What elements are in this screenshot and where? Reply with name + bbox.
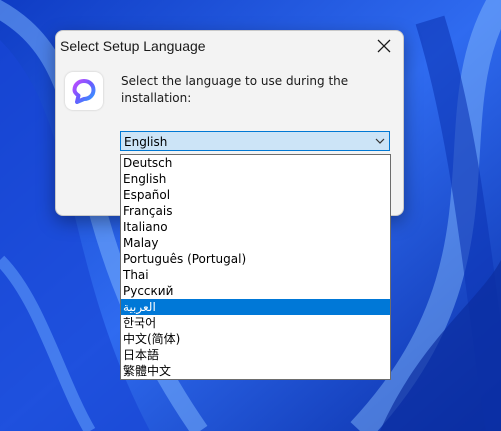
language-option[interactable]: 한국어 (121, 315, 390, 331)
dialog-title: Select Setup Language (60, 38, 206, 54)
language-option[interactable]: Italiano (121, 219, 390, 235)
chevron-down-icon (375, 138, 385, 144)
language-option[interactable]: Русский (121, 283, 390, 299)
language-option[interactable]: 中文(简体) (121, 331, 390, 347)
language-option[interactable]: Español (121, 187, 390, 203)
language-option-highlighted[interactable]: العربية (121, 299, 390, 315)
language-option[interactable]: 日本語 (121, 347, 390, 363)
language-select[interactable]: English (120, 131, 390, 151)
selected-language: English (124, 135, 168, 149)
language-prompt: Select the language to use during the in… (121, 74, 349, 105)
language-option[interactable]: Français (121, 203, 390, 219)
language-option[interactable]: Português (Portugal) (121, 251, 390, 267)
language-option[interactable]: Malay (121, 235, 390, 251)
close-icon[interactable] (375, 37, 393, 55)
language-option[interactable]: Thai (121, 267, 390, 283)
language-dropdown-list[interactable]: Deutsch English Español Français Italian… (120, 154, 391, 380)
language-option[interactable]: Deutsch (121, 155, 390, 171)
app-logo-icon (65, 72, 103, 110)
language-option[interactable]: English (121, 171, 390, 187)
language-option[interactable]: 繁體中文 (121, 363, 390, 379)
